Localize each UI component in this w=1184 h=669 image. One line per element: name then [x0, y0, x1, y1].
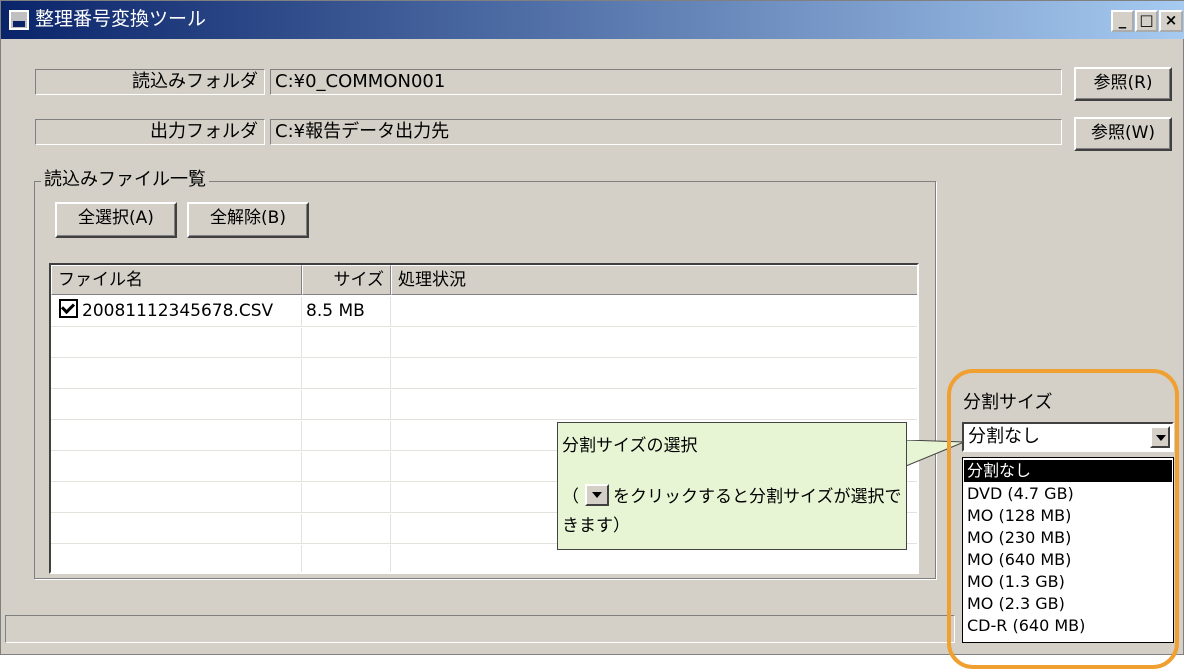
select-all-button[interactable]: 全選択(A) [55, 202, 177, 238]
table-row-empty [51, 328, 917, 358]
app-floppy-icon [9, 10, 29, 30]
output-browse-button[interactable]: 参照(W) [1074, 117, 1172, 151]
status-bar [5, 615, 955, 643]
minimize-button[interactable]: _ [1111, 10, 1134, 32]
callout-open-paren: （ [562, 487, 579, 507]
file-list-group-title: 読込みファイル一覧 [41, 169, 209, 191]
row-size: 8.5 MB [302, 297, 391, 327]
table-row-empty [51, 390, 917, 420]
annotation-callout: 分割サイズの選択 （をクリックすると分割サイズが選択できます） [557, 422, 907, 550]
deselect-all-button[interactable]: 全解除(B) [187, 202, 309, 238]
table-row[interactable]: 20081112345678.CSV 8.5 MB [51, 297, 917, 327]
maximize-button[interactable]: □ [1135, 10, 1158, 32]
column-header-status[interactable]: 処理状況 [391, 265, 917, 295]
row-filename: 20081112345678.CSV [82, 301, 274, 321]
window-title: 整理番号変換ツール [35, 8, 207, 30]
dropdown-arrow-icon [585, 484, 609, 506]
close-button[interactable]: × [1159, 10, 1183, 32]
output-folder-path: C:¥報告データ出力先 [270, 119, 1062, 145]
highlight-ring [947, 369, 1179, 669]
column-header-filename[interactable]: ファイル名 [51, 265, 302, 295]
row-checkbox[interactable] [59, 299, 78, 318]
title-bar[interactable]: 整理番号変換ツール _ □ × [1, 1, 1184, 39]
table-row-empty [51, 359, 917, 389]
output-folder-label: 出力フォルダ [35, 119, 265, 145]
read-browse-button[interactable]: 参照(R) [1074, 67, 1172, 101]
callout-title: 分割サイズの選択 [562, 436, 698, 456]
callout-body: （をクリックすると分割サイズが選択できます） [562, 483, 906, 541]
read-folder-label: 読込みフォルダ [35, 69, 265, 95]
column-header-size[interactable]: サイズ [302, 265, 391, 295]
read-folder-path: C:¥0_COMMON001 [270, 69, 1062, 95]
row-status [391, 297, 917, 327]
callout-body-text: をクリックすると分割サイズが選択できます） [562, 487, 902, 536]
